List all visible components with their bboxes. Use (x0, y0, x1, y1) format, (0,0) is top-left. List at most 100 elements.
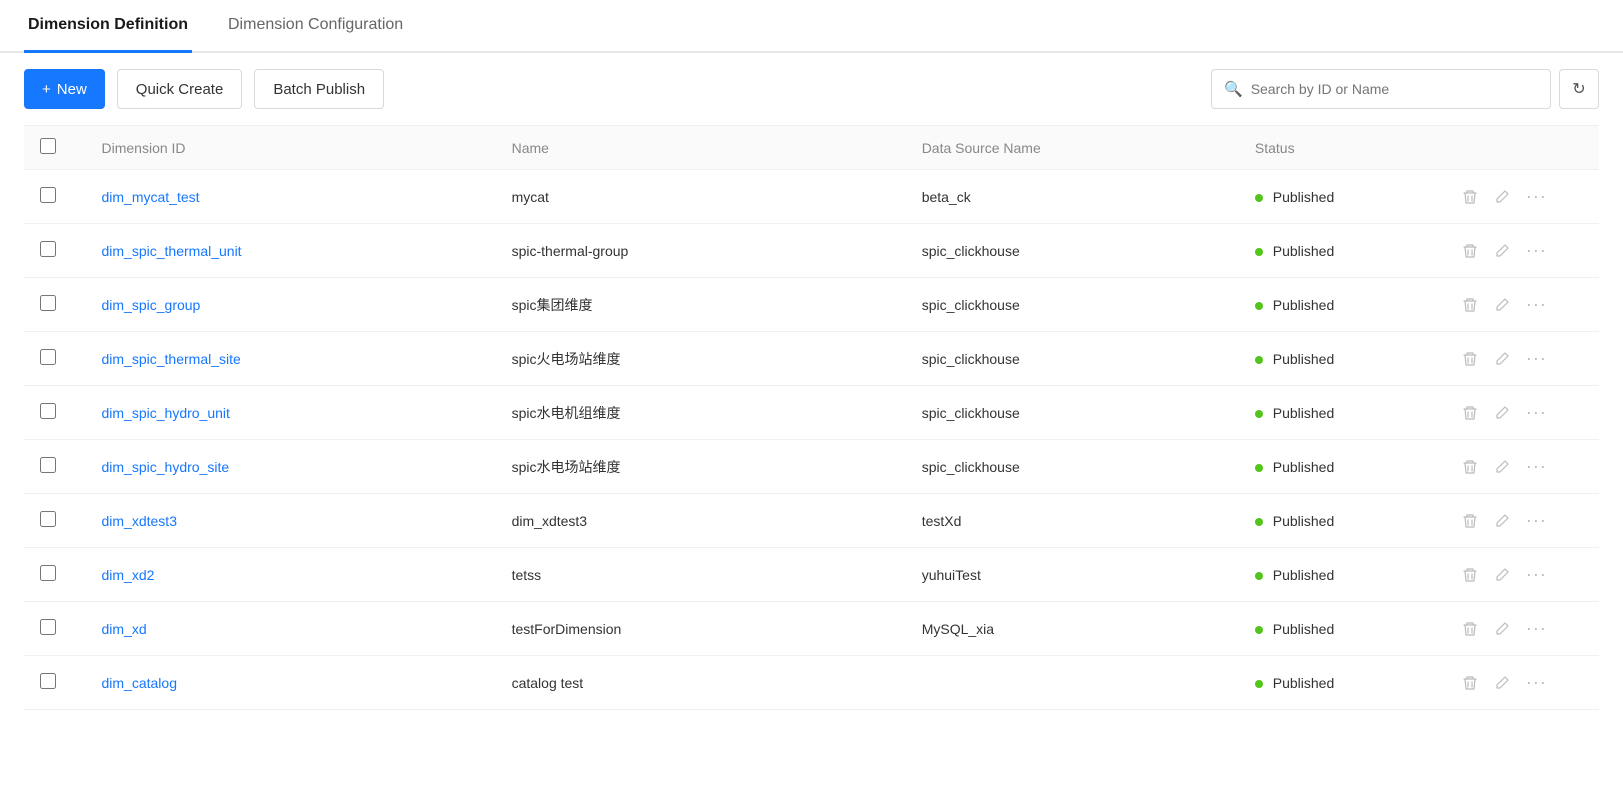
row-checkbox[interactable] (40, 295, 56, 311)
dimension-id-link[interactable]: dim_spic_hydro_site (102, 459, 230, 475)
more-button[interactable]: ··· (1524, 670, 1549, 695)
row-checkbox[interactable] (40, 241, 56, 257)
table-row: dim_spic_hydro_site spic水电场站维度 spic_clic… (24, 440, 1599, 494)
dimension-id-link[interactable]: dim_spic_thermal_site (102, 351, 241, 367)
dimension-id-link[interactable]: dim_xd2 (102, 567, 155, 583)
batch-publish-button[interactable]: Batch Publish (254, 69, 384, 109)
edit-icon (1494, 351, 1510, 367)
dimension-id-link[interactable]: dim_spic_group (102, 297, 201, 313)
status-label: Published (1273, 513, 1335, 529)
new-button[interactable]: + New (24, 69, 105, 109)
delete-icon (1462, 567, 1478, 583)
more-button[interactable]: ··· (1524, 562, 1549, 587)
tab-dimension-definition[interactable]: Dimension Definition (24, 0, 192, 53)
dimension-id-link[interactable]: dim_spic_hydro_unit (102, 405, 230, 421)
search-icon: 🔍 (1224, 80, 1243, 98)
quick-create-button[interactable]: Quick Create (117, 69, 243, 109)
row-checkbox[interactable] (40, 511, 56, 527)
table-header-row: Dimension ID Name Data Source Name Statu… (24, 126, 1599, 170)
delete-button[interactable] (1460, 619, 1480, 639)
delete-icon (1462, 405, 1478, 421)
header-actions (1444, 126, 1599, 170)
row-actions: ··· (1444, 440, 1599, 494)
status-label: Published (1273, 675, 1335, 691)
dimension-id-link[interactable]: dim_xdtest3 (102, 513, 177, 529)
refresh-button[interactable]: ↻ (1559, 69, 1599, 109)
delete-button[interactable] (1460, 673, 1480, 693)
more-button[interactable]: ··· (1524, 400, 1549, 425)
row-data-source (906, 656, 1239, 710)
delete-button[interactable] (1460, 457, 1480, 477)
more-button[interactable]: ··· (1524, 616, 1549, 641)
more-icon: ··· (1526, 240, 1547, 261)
search-input[interactable] (1251, 81, 1538, 97)
delete-button[interactable] (1460, 565, 1480, 585)
edit-button[interactable] (1492, 187, 1512, 207)
status-dot-icon (1255, 194, 1263, 202)
row-data-source: beta_ck (906, 170, 1239, 224)
dimension-id-link[interactable]: dim_spic_thermal_unit (102, 243, 242, 259)
edit-button[interactable] (1492, 457, 1512, 477)
delete-button[interactable] (1460, 511, 1480, 531)
row-checkbox[interactable] (40, 619, 56, 635)
action-buttons: ··· (1460, 346, 1583, 371)
header-status: Status (1239, 126, 1444, 170)
row-data-source: spic_clickhouse (906, 224, 1239, 278)
table-wrap: Dimension ID Name Data Source Name Statu… (0, 125, 1623, 710)
row-checkbox[interactable] (40, 673, 56, 689)
delete-button[interactable] (1460, 295, 1480, 315)
select-all-checkbox[interactable] (40, 138, 56, 154)
more-button[interactable]: ··· (1524, 184, 1549, 209)
row-dimension-id: dim_spic_hydro_site (86, 440, 496, 494)
edit-button[interactable] (1492, 403, 1512, 423)
edit-icon (1494, 459, 1510, 475)
row-name: spic集团维度 (496, 278, 906, 332)
row-status: Published (1239, 440, 1444, 494)
edit-button[interactable] (1492, 619, 1512, 639)
edit-icon (1494, 621, 1510, 637)
row-checkbox[interactable] (40, 187, 56, 203)
status-dot-icon (1255, 356, 1263, 364)
delete-button[interactable] (1460, 403, 1480, 423)
edit-button[interactable] (1492, 565, 1512, 585)
dimension-id-link[interactable]: dim_xd (102, 621, 147, 637)
action-buttons: ··· (1460, 238, 1583, 263)
edit-button[interactable] (1492, 673, 1512, 693)
header-checkbox-cell (24, 126, 86, 170)
more-button[interactable]: ··· (1524, 238, 1549, 263)
row-checkbox[interactable] (40, 565, 56, 581)
status-label: Published (1273, 189, 1335, 205)
action-buttons: ··· (1460, 454, 1583, 479)
more-icon: ··· (1526, 402, 1547, 423)
action-buttons: ··· (1460, 670, 1583, 695)
row-status: Published (1239, 170, 1444, 224)
delete-icon (1462, 513, 1478, 529)
delete-icon (1462, 243, 1478, 259)
dimension-id-link[interactable]: dim_catalog (102, 675, 178, 691)
row-checkbox[interactable] (40, 403, 56, 419)
edit-icon (1494, 297, 1510, 313)
row-actions: ··· (1444, 494, 1599, 548)
more-button[interactable]: ··· (1524, 292, 1549, 317)
delete-button[interactable] (1460, 187, 1480, 207)
edit-button[interactable] (1492, 349, 1512, 369)
row-checkbox-cell (24, 602, 86, 656)
delete-button[interactable] (1460, 241, 1480, 261)
delete-icon (1462, 621, 1478, 637)
row-checkbox[interactable] (40, 349, 56, 365)
edit-button[interactable] (1492, 511, 1512, 531)
dimension-id-link[interactable]: dim_mycat_test (102, 189, 200, 205)
row-dimension-id: dim_spic_thermal_site (86, 332, 496, 386)
more-button[interactable]: ··· (1524, 508, 1549, 533)
row-checkbox[interactable] (40, 457, 56, 473)
delete-button[interactable] (1460, 349, 1480, 369)
edit-button[interactable] (1492, 295, 1512, 315)
edit-icon (1494, 189, 1510, 205)
table-row: dim_spic_thermal_site spic火电场站维度 spic_cl… (24, 332, 1599, 386)
tab-dimension-configuration[interactable]: Dimension Configuration (224, 0, 407, 53)
more-button[interactable]: ··· (1524, 454, 1549, 479)
more-button[interactable]: ··· (1524, 346, 1549, 371)
table-row: dim_spic_thermal_unit spic-thermal-group… (24, 224, 1599, 278)
edit-button[interactable] (1492, 241, 1512, 261)
new-button-label: New (57, 81, 87, 98)
